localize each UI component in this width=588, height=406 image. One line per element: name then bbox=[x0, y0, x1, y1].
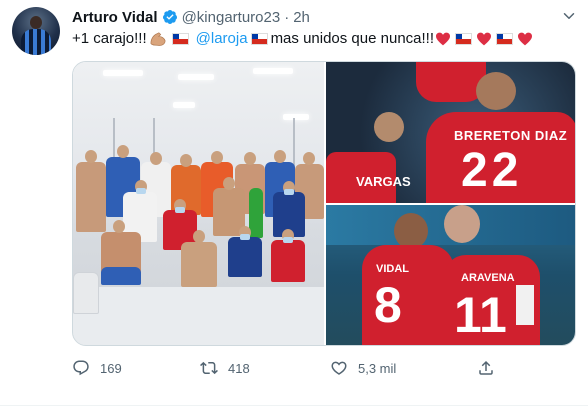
face bbox=[211, 151, 223, 164]
mask bbox=[240, 234, 250, 240]
share-button[interactable] bbox=[477, 358, 495, 378]
like-count: 5,3 mil bbox=[358, 360, 397, 376]
celebration-photo-vidal[interactable]: VIDAL 8 ARAVENA 11 bbox=[326, 205, 575, 345]
heart-outline-icon bbox=[331, 361, 347, 375]
reply-bubble-icon bbox=[73, 360, 89, 376]
tweet[interactable]: Arturo Vidal @kingarturo23 · 2h +1 caraj… bbox=[0, 0, 588, 406]
mask bbox=[284, 189, 294, 195]
mention-link[interactable]: @laroja bbox=[196, 29, 248, 49]
ceiling-light bbox=[103, 70, 143, 76]
red-jersey bbox=[416, 62, 486, 102]
tweet-text: +1 carajo!!! @laroja mas unidos que nunc… bbox=[72, 29, 534, 49]
shorts bbox=[101, 267, 141, 285]
face bbox=[85, 150, 97, 163]
face bbox=[244, 152, 256, 165]
face bbox=[374, 112, 404, 142]
reply-count: 169 bbox=[100, 360, 122, 376]
floor bbox=[73, 287, 324, 345]
face bbox=[113, 220, 125, 233]
tweet-text-part1: +1 carajo!!! bbox=[72, 30, 147, 47]
author-handle[interactable]: @kingarturo23 bbox=[182, 9, 281, 26]
retweet-count: 418 bbox=[228, 360, 250, 376]
red-heart-emoji-icon bbox=[436, 32, 451, 46]
face bbox=[223, 177, 235, 190]
face-vidal bbox=[394, 213, 428, 249]
jersey-name-vargas: VARGAS bbox=[356, 174, 411, 189]
laundry-basket bbox=[73, 272, 99, 314]
team-locker-room-photo[interactable] bbox=[73, 62, 324, 345]
ceiling-light bbox=[173, 102, 195, 108]
mask bbox=[175, 207, 185, 213]
player bbox=[228, 237, 262, 277]
jersey-name-vidal: VIDAL bbox=[376, 263, 409, 275]
white-sleeve bbox=[516, 285, 534, 325]
face bbox=[274, 150, 286, 163]
share-upload-icon bbox=[479, 360, 493, 375]
avatar-head bbox=[30, 16, 42, 29]
ceiling-light bbox=[253, 68, 293, 74]
tweet-timestamp[interactable]: 2h bbox=[293, 9, 310, 26]
mask bbox=[283, 237, 293, 243]
retweet-arrows-icon bbox=[200, 361, 218, 375]
chile-flag-emoji-icon bbox=[250, 33, 268, 45]
retweet-button[interactable]: 418 bbox=[200, 358, 250, 378]
chile-flag-emoji-icon bbox=[455, 33, 473, 45]
face bbox=[476, 72, 516, 110]
celebration-photo-brereton[interactable]: BRERETON DIAZ 22 VARGAS bbox=[326, 62, 575, 203]
tweet-actions: 169 418 5,3 mil bbox=[72, 358, 512, 378]
ceiling-light bbox=[283, 114, 309, 120]
author-name[interactable]: Arturo Vidal bbox=[72, 9, 158, 26]
jersey-name-brereton-diaz: BRERETON DIAZ bbox=[454, 128, 568, 143]
verified-badge-icon bbox=[162, 10, 177, 24]
header-separator: · bbox=[284, 8, 290, 26]
mask bbox=[136, 188, 146, 194]
player bbox=[181, 242, 217, 287]
ceiling-light bbox=[178, 74, 214, 80]
jersey-number-22: 22 bbox=[461, 144, 523, 197]
locker-divider bbox=[293, 118, 295, 168]
avatar[interactable] bbox=[12, 7, 60, 55]
red-heart-emoji-icon bbox=[477, 32, 492, 46]
face bbox=[117, 145, 129, 158]
red-heart-emoji-icon bbox=[518, 32, 533, 46]
chile-flag-emoji-icon bbox=[171, 33, 189, 45]
jersey-number-8: 8 bbox=[374, 277, 402, 333]
face-teammate bbox=[444, 205, 480, 243]
more-options-chevron-down-icon[interactable] bbox=[560, 7, 578, 25]
tweet-text-part2: mas unidos que nunca!!! bbox=[270, 30, 435, 47]
media-grid: BRERETON DIAZ 22 VARGAS VIDAL 8 ARAVENA … bbox=[72, 61, 576, 346]
player bbox=[249, 188, 263, 238]
chile-flag-emoji-icon bbox=[496, 33, 514, 45]
tweet-header: Arturo Vidal @kingarturo23 · 2h bbox=[72, 7, 310, 27]
reply-button[interactable]: 169 bbox=[72, 358, 122, 378]
face bbox=[193, 230, 205, 243]
face bbox=[180, 154, 192, 167]
player bbox=[271, 240, 305, 282]
jersey-name-aravena: ARAVENA bbox=[461, 272, 515, 284]
avatar-body bbox=[21, 29, 51, 55]
flexed-biceps-emoji-icon bbox=[150, 32, 166, 46]
like-button[interactable]: 5,3 mil bbox=[330, 358, 396, 378]
face bbox=[150, 152, 162, 165]
face bbox=[303, 152, 315, 165]
jersey-number-11: 11 bbox=[454, 287, 507, 343]
player bbox=[76, 162, 106, 232]
